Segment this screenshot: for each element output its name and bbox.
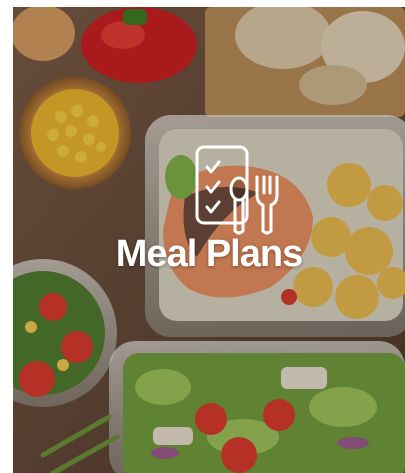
meal-plan-checklist-cutlery-icon	[195, 145, 287, 237]
card-title: Meal Plans	[115, 233, 303, 275]
meal-plans-card[interactable]: Meal Plans	[13, 7, 405, 473]
